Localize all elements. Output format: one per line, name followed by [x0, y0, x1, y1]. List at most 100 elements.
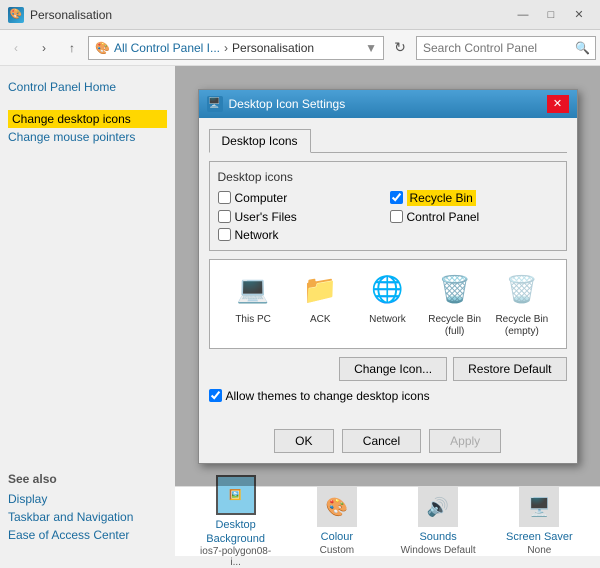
allow-themes-row: Allow themes to change desktop icons — [209, 389, 567, 403]
title-bar-left: 🎨 Personalisation — [8, 7, 112, 23]
bottom-item-desktop-bg[interactable]: 🖼️ DesktopBackground ios7-polygon08-i... — [196, 475, 276, 567]
colour-label: Colour — [321, 531, 353, 544]
dialog-footer: OK Cancel Apply — [199, 423, 577, 463]
bottom-item-colour[interactable]: 🎨 Colour Custom — [297, 487, 377, 555]
minimize-button[interactable]: — — [510, 5, 536, 25]
dialog-title-text: Desktop Icon Settings — [229, 97, 346, 111]
title-bar: 🎨 Personalisation — □ ✕ — [0, 0, 600, 30]
checkbox-computer-label: Computer — [235, 191, 288, 205]
recycle-empty-icon: 🗑️ — [502, 270, 542, 310]
thispc-icon: 💻 — [233, 270, 273, 310]
checkbox-item-computer: Computer — [218, 190, 386, 206]
breadcrumb: 🎨 All Control Panel I... › Personalisati… — [88, 36, 384, 60]
dialog-title-bar: 🖥️ Desktop Icon Settings ✕ — [199, 90, 577, 118]
screen-saver-label: Screen Saver — [506, 531, 573, 544]
colour-sublabel: Custom — [320, 545, 354, 556]
main-layout: Control Panel Home Change desktop icons … — [0, 66, 600, 556]
checkbox-user-files-label: User's Files — [235, 210, 297, 224]
preview-icon-thispc[interactable]: 💻 This PC — [223, 270, 283, 338]
search-wrapper: 🔍 — [416, 36, 596, 60]
search-icon: 🔍 — [575, 41, 590, 55]
ack-icon: 📁 — [300, 270, 340, 310]
sidebar-display[interactable]: Display — [8, 490, 167, 508]
checkbox-computer[interactable] — [218, 191, 231, 204]
forward-button[interactable]: › — [32, 36, 56, 60]
checkbox-item-recycle: Recycle Bin — [390, 190, 558, 206]
app-icon: 🎨 — [8, 7, 24, 23]
preview-icon-network[interactable]: 🌐 Network — [357, 270, 417, 338]
dialog-close-button[interactable]: ✕ — [547, 95, 569, 113]
back-button[interactable]: ‹ — [4, 36, 28, 60]
network-icon: 🌐 — [367, 270, 407, 310]
up-button[interactable]: ↑ — [60, 36, 84, 60]
sidebar: Control Panel Home Change desktop icons … — [0, 66, 175, 556]
change-icon-button[interactable]: Change Icon... — [339, 357, 447, 381]
apply-button[interactable]: Apply — [429, 429, 501, 453]
sounds-icon: 🔊 — [418, 487, 458, 527]
refresh-button[interactable]: ↻ — [388, 36, 412, 60]
desktop-bg-icon-symbol: 🖼️ — [229, 490, 241, 501]
modal-overlay: 🖥️ Desktop Icon Settings ✕ Desktop Icons… — [175, 66, 600, 486]
sidebar-change-icons[interactable]: Change desktop icons — [8, 110, 167, 128]
icons-preview: 💻 This PC 📁 ACK 🌐 Network 🗑️ — [209, 259, 567, 349]
checkbox-recycle-label: Recycle Bin — [407, 190, 476, 206]
checkbox-user-files[interactable] — [218, 210, 231, 223]
allow-themes-checkbox[interactable] — [209, 389, 222, 402]
content-area: 🖼️ DesktopBackground ios7-polygon08-i...… — [175, 66, 600, 556]
checkbox-network[interactable] — [218, 228, 231, 241]
checkbox-control-panel[interactable] — [390, 210, 403, 223]
checkbox-item-network: Network — [218, 228, 386, 242]
allow-themes-label: Allow themes to change desktop icons — [226, 389, 430, 403]
maximize-button[interactable]: □ — [538, 5, 564, 25]
bottom-bar: 🖼️ DesktopBackground ios7-polygon08-i...… — [175, 486, 600, 556]
desktop-bg-sublabel: ios7-polygon08-i... — [196, 546, 276, 568]
see-also: See also Display Taskbar and Navigation … — [8, 462, 167, 544]
sounds-label: Sounds — [419, 531, 456, 544]
window-close-button[interactable]: ✕ — [566, 5, 592, 25]
desktop-bg-label: DesktopBackground — [206, 519, 265, 545]
section-label: Desktop icons — [218, 170, 558, 184]
screen-saver-icon: 🖥️ — [519, 487, 559, 527]
preview-icon-recycle-empty[interactable]: 🗑️ Recycle Bin(empty) — [492, 270, 552, 338]
sidebar-change-mouse[interactable]: Change mouse pointers — [8, 128, 167, 146]
dialog-desktop-icon-settings: 🖥️ Desktop Icon Settings ✕ Desktop Icons… — [198, 89, 578, 464]
breadcrumb-part2: Personalisation — [232, 41, 314, 55]
sounds-sublabel: Windows Default — [401, 545, 476, 556]
ack-label: ACK — [310, 314, 331, 326]
sidebar-home[interactable]: Control Panel Home — [8, 78, 167, 96]
checkbox-network-label: Network — [235, 228, 279, 242]
checkbox-control-panel-label: Control Panel — [407, 210, 480, 224]
breadcrumb-part1: All Control Panel I... — [114, 41, 220, 55]
network-icon-label: Network — [369, 314, 406, 326]
breadcrumb-icon: 🎨 — [95, 41, 110, 55]
tabs: Desktop Icons — [209, 128, 567, 153]
tab-desktop-icons[interactable]: Desktop Icons — [209, 129, 311, 153]
checkbox-recycle[interactable] — [390, 191, 403, 204]
checkbox-item-user-files: User's Files — [218, 210, 386, 224]
breadcrumb-dropdown[interactable]: ▼ — [365, 41, 377, 55]
dialog-icon: 🖥️ — [207, 96, 223, 112]
search-input[interactable] — [416, 36, 596, 60]
title-bar-controls: — □ ✕ — [510, 5, 592, 25]
action-buttons: Change Icon... Restore Default — [209, 357, 567, 381]
preview-icon-recycle-full[interactable]: 🗑️ Recycle Bin(full) — [425, 270, 485, 338]
cancel-button[interactable]: Cancel — [342, 429, 421, 453]
bottom-item-sounds[interactable]: 🔊 Sounds Windows Default — [398, 487, 478, 555]
sidebar-taskbar[interactable]: Taskbar and Navigation — [8, 508, 167, 526]
preview-icon-ack[interactable]: 📁 ACK — [290, 270, 350, 338]
sidebar-ease[interactable]: Ease of Access Center — [8, 526, 167, 544]
colour-icon: 🎨 — [317, 487, 357, 527]
ok-button[interactable]: OK — [274, 429, 334, 453]
bottom-item-screen-saver[interactable]: 🖥️ Screen Saver None — [499, 487, 579, 555]
recycle-full-label: Recycle Bin(full) — [428, 314, 481, 338]
dialog-body: Desktop Icons Desktop icons Computer — [199, 118, 577, 423]
recycle-empty-label: Recycle Bin(empty) — [495, 314, 548, 338]
checkbox-grid: Computer Recycle Bin User's Files — [218, 190, 558, 242]
thispc-label: This PC — [235, 314, 271, 326]
breadcrumb-separator: › — [224, 41, 228, 55]
see-also-title: See also — [8, 472, 167, 486]
window-title: Personalisation — [30, 8, 112, 22]
dialog-title-left: 🖥️ Desktop Icon Settings — [207, 96, 346, 112]
restore-default-button[interactable]: Restore Default — [453, 357, 566, 381]
nav-bar: ‹ › ↑ 🎨 All Control Panel I... › Persona… — [0, 30, 600, 66]
